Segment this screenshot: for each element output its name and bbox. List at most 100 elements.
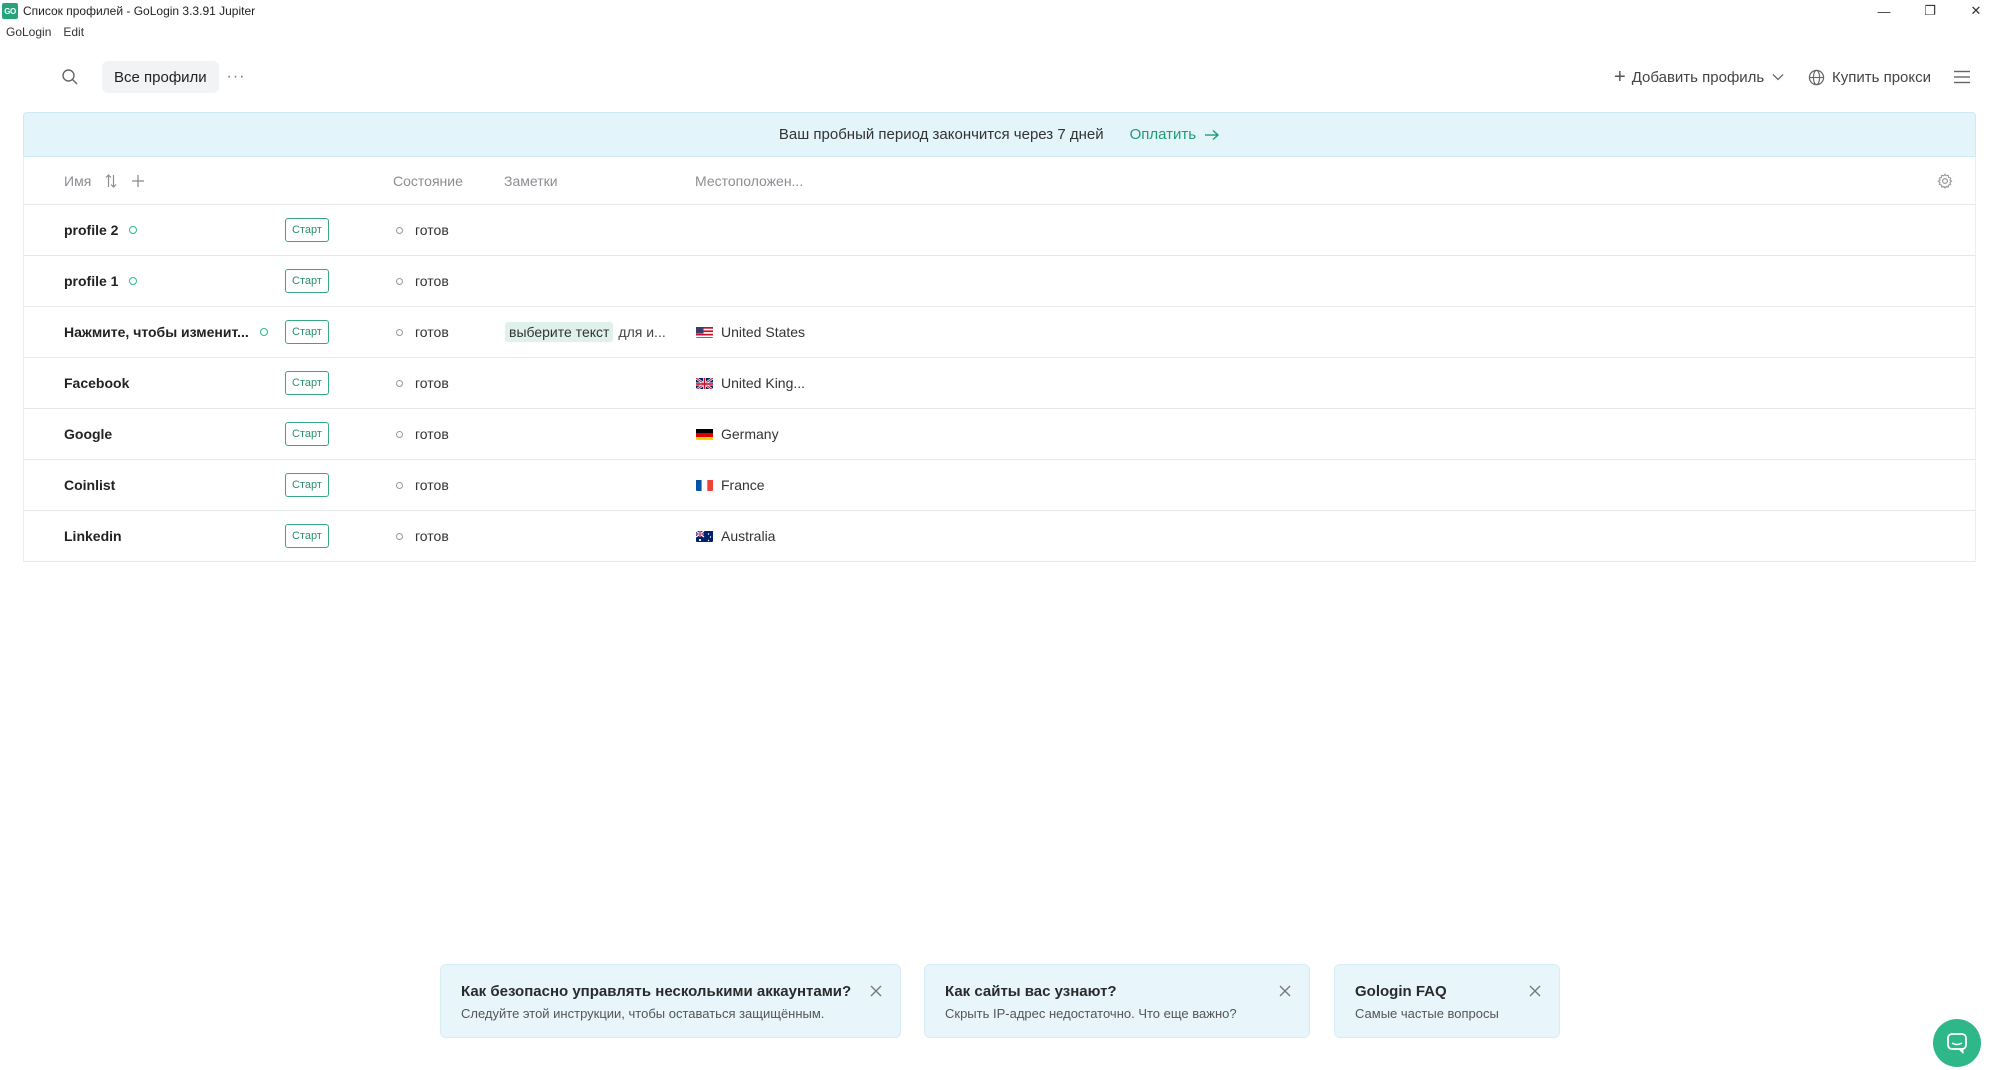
status-cell: готов [396, 460, 449, 510]
profile-name-cell[interactable]: Нажмите, чтобы изменит... [64, 307, 268, 357]
tip-close-button[interactable] [868, 983, 884, 999]
status-text: готов [415, 426, 449, 442]
location-cell: Australia [696, 511, 775, 561]
profile-name[interactable]: Нажмите, чтобы изменит... [64, 324, 249, 340]
table-row[interactable]: Google Старт готов Germany [24, 409, 1975, 460]
start-profile-button[interactable]: Старт [285, 422, 329, 446]
profiles-table: Имя Состояние Заметки Местоположен... pr… [23, 157, 1976, 562]
add-profile-label: Добавить профиль [1631, 68, 1765, 86]
profile-name[interactable]: Linkedin [64, 528, 122, 544]
tip-title: Gologin FAQ [1355, 983, 1447, 1000]
status-dot-icon [396, 328, 403, 336]
start-profile-button[interactable]: Старт [285, 269, 329, 293]
location-cell: Germany [696, 409, 779, 459]
table-row[interactable]: profile 2 Старт готов [24, 205, 1975, 256]
column-name-header: Имя [64, 157, 145, 205]
status-text: готов [415, 477, 449, 493]
table-settings-button[interactable] [1935, 171, 1955, 191]
location-text: United King... [721, 375, 806, 391]
column-status-header[interactable]: Состояние [393, 157, 463, 205]
status-text: готов [415, 324, 449, 340]
all-profiles-filter[interactable]: Все профили [102, 61, 219, 93]
profile-name-cell[interactable]: profile 1 [64, 256, 138, 306]
profile-name-cell[interactable]: Linkedin [64, 511, 122, 561]
profile-name[interactable]: Facebook [64, 375, 129, 391]
start-cell: Старт [285, 307, 329, 357]
location-text: France [721, 477, 765, 493]
profile-name[interactable]: Google [64, 426, 112, 442]
start-cell: Старт [285, 409, 329, 459]
start-profile-button[interactable]: Старт [285, 371, 329, 395]
status-cell: готов [396, 307, 449, 357]
tip-card-multi-accounts[interactable]: Как безопасно управлять несколькими акка… [440, 964, 901, 1038]
support-chat-button[interactable] [1933, 1019, 1981, 1067]
notes-text: для и... [618, 324, 666, 340]
chat-icon [1947, 1033, 1967, 1054]
start-profile-button[interactable]: Старт [285, 320, 329, 344]
profile-name-cell[interactable]: Coinlist [64, 460, 115, 510]
profile-name-cell[interactable]: profile 2 [64, 205, 138, 255]
buy-proxy-button[interactable]: Купить прокси [1808, 63, 1931, 91]
status-cell: готов [396, 256, 449, 306]
profile-name[interactable]: Coinlist [64, 477, 115, 493]
online-status-icon [129, 226, 138, 234]
hamburger-menu-button[interactable] [1950, 65, 1974, 89]
trial-banner-text: Ваш пробный период закончится через 7 дн… [778, 126, 1104, 143]
tip-close-button[interactable] [1277, 983, 1293, 999]
start-cell: Старт [285, 205, 329, 255]
more-options-button[interactable]: ··· [224, 65, 248, 89]
arrow-right-icon [1205, 129, 1220, 140]
search-button[interactable] [58, 65, 82, 89]
table-row[interactable]: Coinlist Старт готов France [24, 460, 1975, 511]
profile-name-cell[interactable]: Facebook [64, 358, 129, 408]
chevron-down-icon[interactable] [1772, 73, 1784, 81]
column-location-header[interactable]: Местоположен... [695, 157, 803, 205]
table-row[interactable]: Нажмите, чтобы изменит... Старт готов вы… [24, 307, 1975, 358]
window-title: Список профилей - GoLogin 3.3.91 Jupiter [23, 4, 256, 18]
profile-name[interactable]: profile 1 [64, 273, 118, 289]
start-cell: Старт [285, 256, 329, 306]
sort-button[interactable] [105, 174, 117, 188]
notes-cell[interactable]: выберите текст для и... [505, 307, 666, 357]
menu-edit[interactable]: Edit [63, 25, 84, 39]
pay-link[interactable]: Оплатить [1130, 126, 1221, 143]
close-icon [1279, 985, 1291, 997]
close-icon [1529, 985, 1541, 997]
location-cell: United States [696, 307, 805, 357]
status-dot-icon [396, 532, 403, 540]
add-column-button[interactable] [131, 174, 145, 188]
profile-name-cell[interactable]: Google [64, 409, 112, 459]
column-name-label[interactable]: Имя [64, 173, 91, 189]
start-profile-button[interactable]: Старт [285, 473, 329, 497]
window-titlebar: GO Список профилей - GoLogin 3.3.91 Jupi… [0, 0, 1999, 22]
start-cell: Старт [285, 460, 329, 510]
status-dot-icon [396, 277, 403, 285]
table-row[interactable]: profile 1 Старт готов [24, 256, 1975, 307]
profile-name[interactable]: profile 2 [64, 222, 118, 238]
flag-au-icon [696, 530, 713, 542]
close-window-button[interactable]: ✕ [1953, 0, 1999, 22]
gologin-logo-icon: GO [2, 3, 18, 19]
tip-card-site-detection[interactable]: Как сайты вас узнают? Скрыть IP-адрес не… [924, 964, 1310, 1038]
status-cell: готов [396, 409, 449, 459]
table-row[interactable]: Facebook Старт готов United King... [24, 358, 1975, 409]
column-notes-header[interactable]: Заметки [504, 157, 558, 205]
restore-button[interactable]: ❐ [1907, 0, 1953, 22]
status-text: готов [415, 273, 449, 289]
gear-icon [1937, 173, 1953, 189]
table-row[interactable]: Linkedin Старт готов Australia [24, 511, 1975, 562]
start-profile-button[interactable]: Старт [285, 218, 329, 242]
tip-close-button[interactable] [1527, 983, 1543, 999]
status-dot-icon [396, 379, 403, 387]
status-text: готов [415, 528, 449, 544]
tip-card-faq[interactable]: Gologin FAQ Самые частые вопросы [1334, 964, 1560, 1038]
status-text: готов [415, 222, 449, 238]
add-profile-button[interactable]: + Добавить профиль [1614, 63, 1784, 91]
start-profile-button[interactable]: Старт [285, 524, 329, 548]
minimize-button[interactable]: — [1861, 0, 1907, 22]
menu-gologin[interactable]: GoLogin [6, 25, 51, 39]
tip-subtitle: Следуйте этой инструкции, чтобы оставать… [461, 1006, 825, 1021]
location-text: United States [721, 324, 806, 340]
start-cell: Старт [285, 511, 329, 561]
location-text: Australia [721, 528, 776, 544]
